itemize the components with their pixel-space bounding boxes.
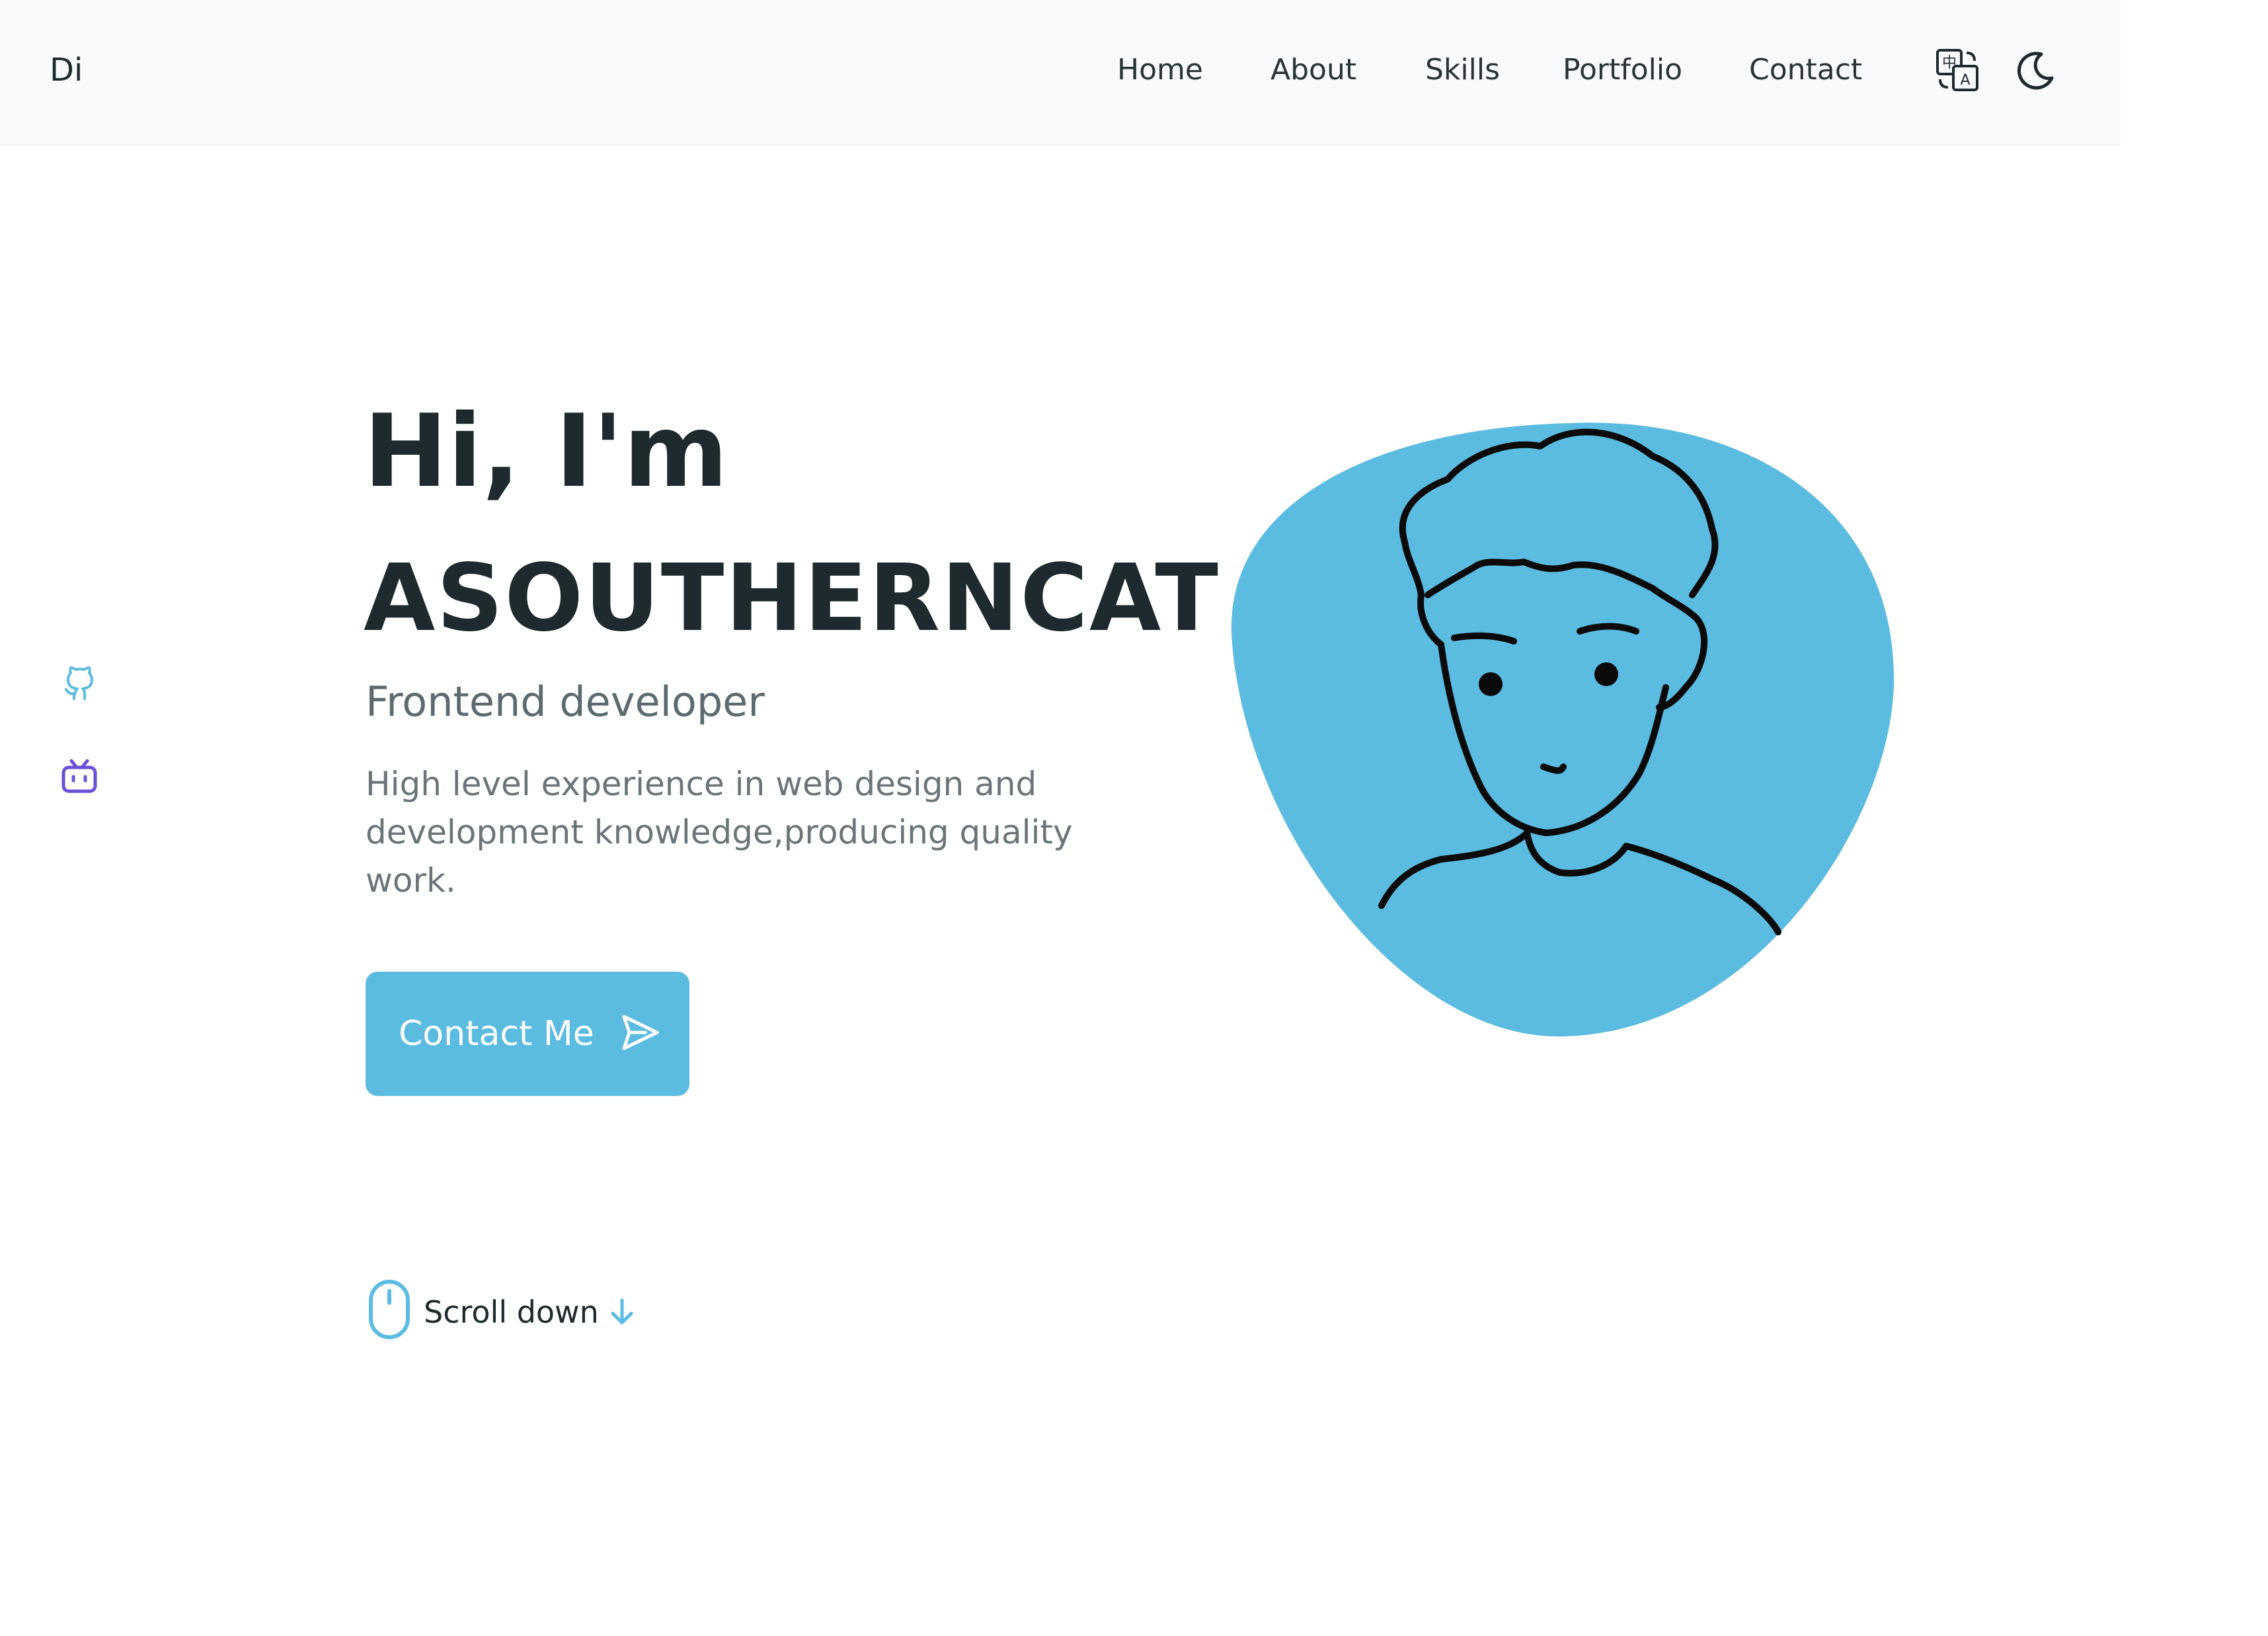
hero-subtitle: Frontend developer bbox=[366, 678, 765, 726]
svg-text:A: A bbox=[1960, 72, 1970, 89]
hero-description: High level experience in web design and … bbox=[366, 765, 1073, 900]
github-icon[interactable] bbox=[59, 664, 99, 704]
main-nav: Home About Skills Portfolio Contact bbox=[0, 50, 2121, 90]
hero-greeting: Hi, I'm bbox=[364, 393, 728, 510]
contact-me-label: Contact Me bbox=[399, 1014, 594, 1054]
nav-about-link[interactable]: About bbox=[1271, 50, 1356, 90]
scroll-down-label: Scroll down bbox=[424, 1294, 599, 1330]
nav-portfolio-link[interactable]: Portfolio bbox=[1563, 50, 1682, 90]
nav-skills-link[interactable]: Skills bbox=[1425, 50, 1500, 90]
hero-name: ASOUTHERNCAT bbox=[364, 545, 1220, 652]
moon-icon[interactable] bbox=[2015, 49, 2057, 91]
contact-me-button[interactable]: Contact Me bbox=[366, 972, 689, 1096]
mouse-icon bbox=[369, 1280, 410, 1339]
arrow-down-icon bbox=[611, 1298, 633, 1325]
bilibili-icon[interactable] bbox=[59, 757, 99, 797]
site-header: Di Home About Skills Portfolio Contact 中… bbox=[0, 0, 2121, 145]
nav-home-link[interactable]: Home bbox=[1117, 50, 1203, 90]
avatar-blob bbox=[1231, 422, 1895, 1037]
send-icon bbox=[622, 1015, 659, 1050]
avatar-illustration bbox=[1231, 422, 1895, 1037]
nav-contact-link[interactable]: Contact bbox=[1749, 50, 1862, 90]
translate-icon[interactable]: 中 A bbox=[1934, 46, 1981, 94]
